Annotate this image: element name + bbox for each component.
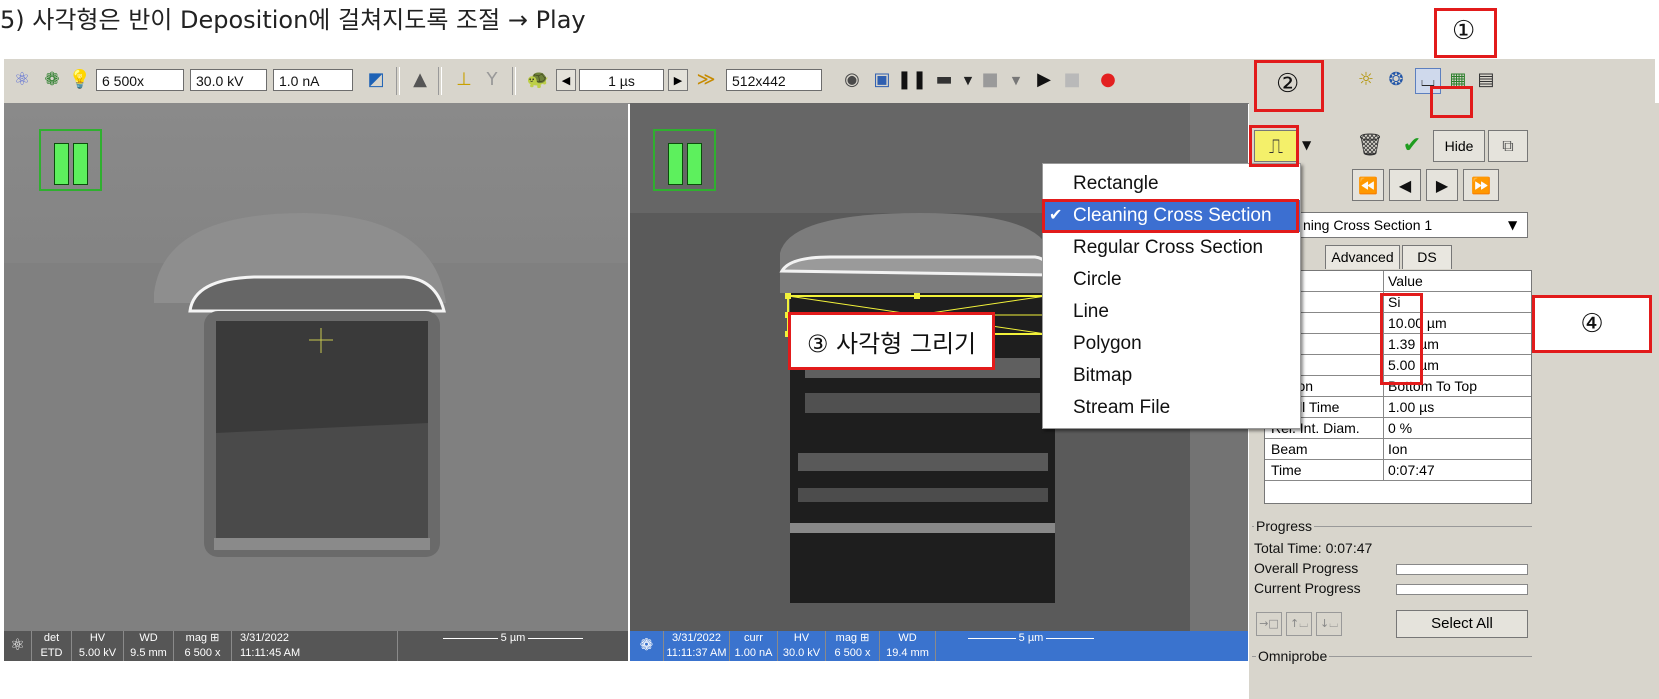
last-button[interactable]: ⏩ [1463, 169, 1499, 201]
magnification-field[interactable]: 6 500x [96, 69, 184, 91]
select-all-button[interactable]: Select All [1396, 610, 1528, 638]
grey-square-icon[interactable]: ■ [978, 68, 1002, 92]
electron-databar: ⚛ det ETD HV 5.00 kV WD 9.5 mm mag ⊞ 6 500 x… [4, 631, 628, 661]
video-icon[interactable]: ▬ [932, 68, 956, 92]
toolbar-separator [396, 67, 400, 95]
pattern-select[interactable]: ning Cross Section 1 [1298, 212, 1528, 238]
main-toolbar: ⚛ ❁ 💡 6 500x 30.0 kV 1.0 nA ◩ ▲ ⊥ Y 🐢 ◀ … [4, 58, 1655, 104]
move-up-icon[interactable]: ↑⌴ [1286, 612, 1312, 636]
hide-button[interactable]: Hide [1433, 130, 1485, 162]
start-patterning-icon[interactable]: ▶ [1032, 68, 1056, 92]
menu-item-bitmap[interactable]: Bitmap [1043, 360, 1300, 392]
datetime-cell: 3/31/2022 11:11:45 AM [232, 631, 398, 661]
resolution-field[interactable]: 512x442 [726, 69, 822, 91]
detector-icon[interactable]: ⊥ [452, 68, 476, 92]
overall-progress-label: Overall Progress [1254, 560, 1359, 576]
move-down-icon[interactable]: ↓⌴ [1316, 612, 1342, 636]
align-left-icon[interactable]: →□ [1256, 612, 1282, 636]
menu-item-stream-file[interactable]: Stream File [1043, 392, 1300, 424]
menu-item-circle[interactable]: Circle [1043, 264, 1300, 296]
curr-cell: curr 1.00 nA [730, 631, 778, 661]
lightbulb-icon[interactable]: 💡 [68, 68, 92, 92]
datetime-cell: 3/31/2022 11:11:37 AM [664, 631, 730, 661]
atom-icon: ⚛ [4, 631, 32, 661]
annotation-label-4: ④ [1580, 309, 1604, 339]
checkmark-icon[interactable]: ✔ [1395, 128, 1429, 162]
overall-progress-bar [1396, 564, 1528, 575]
electron-beam-image[interactable] [4, 103, 628, 631]
menu-item-line[interactable]: Line [1043, 296, 1300, 328]
table-row[interactable]: Dwell Time 1.00 µs [1265, 397, 1531, 418]
ion-databar: ❁ 3/31/2022 11:11:37 AM curr 1.00 nA HV 30.… [630, 631, 1248, 661]
snapshot-icon[interactable]: ◉ [840, 68, 864, 92]
beam-icon[interactable]: ❁ [40, 68, 64, 92]
trash-icon[interactable]: 🗑 [1353, 128, 1387, 162]
camera-icon[interactable]: ▣ [870, 68, 894, 92]
beam-control-icon[interactable]: ❂ [1384, 68, 1408, 92]
electron-pause-indicator [39, 129, 102, 191]
scan-speed-down-button[interactable]: ◀ [556, 69, 576, 91]
tab-advanced[interactable]: Advanced [1325, 245, 1400, 269]
current-progress-label: Current Progress [1254, 580, 1361, 596]
omniprobe-label: Omniprobe [1256, 648, 1330, 664]
annotation-box-2-target [1249, 125, 1299, 167]
chevron-down-icon[interactable]: ▼ [1508, 218, 1517, 232]
first-button[interactable]: ⏪ [1352, 169, 1384, 201]
det-cell: det ETD [32, 631, 72, 661]
slow-scan-turtle-icon[interactable]: 🐢 [526, 68, 550, 92]
previous-button[interactable]: ◀ [1389, 169, 1421, 201]
next-button[interactable]: ▶ [1426, 169, 1458, 201]
total-time-label: Total Time: 0:07:47 [1254, 540, 1373, 556]
scalebar-cell: 5 µm [398, 631, 628, 661]
record-icon[interactable]: ● [1096, 68, 1120, 92]
toolbar-separator [438, 67, 442, 95]
settings-sun-icon[interactable]: ☼ [1354, 68, 1378, 92]
beam-icon: ❁ [630, 631, 664, 661]
scalebar-cell: 5 µm [936, 631, 1126, 661]
dwell-time-field[interactable]: 1 µs [579, 69, 664, 91]
fast-scan-icon[interactable]: ≫ [694, 68, 718, 92]
pause-icon[interactable]: ❚❚ [897, 68, 927, 92]
annotation-box-1-target [1430, 86, 1473, 118]
calculator-icon[interactable]: ▤ [1474, 68, 1498, 92]
table-row[interactable]: Rel. Int. Diam. 0 % [1265, 418, 1531, 439]
mag-cell: mag ⊞ 6 500 x [174, 631, 232, 661]
annotation-box-4-target [1380, 293, 1423, 385]
chevron-down-icon[interactable]: ▼ [1004, 68, 1028, 92]
stop-patterning-icon[interactable]: ■ [1060, 68, 1084, 92]
link-icon[interactable]: ⧉ [1488, 130, 1528, 162]
table-row[interactable]: Time 0:07:47 [1265, 460, 1531, 481]
mag-cell: mag ⊞ 6 500 x [826, 631, 880, 661]
progress-group-label: Progress [1254, 518, 1315, 534]
slide-title: 5) 사각형은 반이 Deposition에 걸쳐지도록 조절 → Play [0, 6, 586, 34]
chevron-down-icon[interactable]: ▼ [1302, 138, 1311, 152]
current-progress-bar [1396, 584, 1528, 595]
hv-cell: HV 5.00 kV [72, 631, 124, 661]
chevron-down-icon[interactable]: ▼ [956, 68, 980, 92]
annotation-label-3: ③ 사각형 그리기 [806, 329, 977, 358]
hv-cell: HV 30.0 kV [778, 631, 826, 661]
table-row[interactable]: Beam Ion [1265, 439, 1531, 460]
annotation-label-2: ② [1276, 69, 1300, 99]
annotation-box-cleaning-cross-section [1042, 199, 1299, 233]
ion-pause-indicator [653, 129, 716, 191]
atom-icon[interactable]: ⚛ [10, 68, 34, 92]
scan-speed-up-button[interactable]: ▶ [668, 69, 688, 91]
wd-cell: WD 9.5 mm [124, 631, 174, 661]
lens-icon[interactable]: Y [480, 68, 504, 92]
annotation-box-4: ④ [1532, 295, 1652, 353]
toolbar-separator [512, 67, 516, 95]
menu-item-polygon[interactable]: Polygon [1043, 328, 1300, 360]
wd-cell: WD 19.4 mm [880, 631, 936, 661]
reduced-area-icon[interactable]: ◩ [364, 68, 388, 92]
annotation-box-3: ③ 사각형 그리기 [788, 312, 995, 370]
menu-item-rectangle[interactable]: Rectangle [1043, 168, 1300, 200]
tab-ds[interactable]: DS [1402, 245, 1452, 269]
current-field[interactable]: 1.0 nA [273, 69, 353, 91]
menu-item-regular-cross-section[interactable]: Regular Cross Section [1043, 232, 1300, 264]
annotation-label-1: ① [1452, 16, 1476, 46]
hv-field[interactable]: 30.0 kV [190, 69, 267, 91]
stage-icon[interactable]: ▲ [408, 68, 432, 92]
grid-header: Value [1265, 271, 1531, 292]
